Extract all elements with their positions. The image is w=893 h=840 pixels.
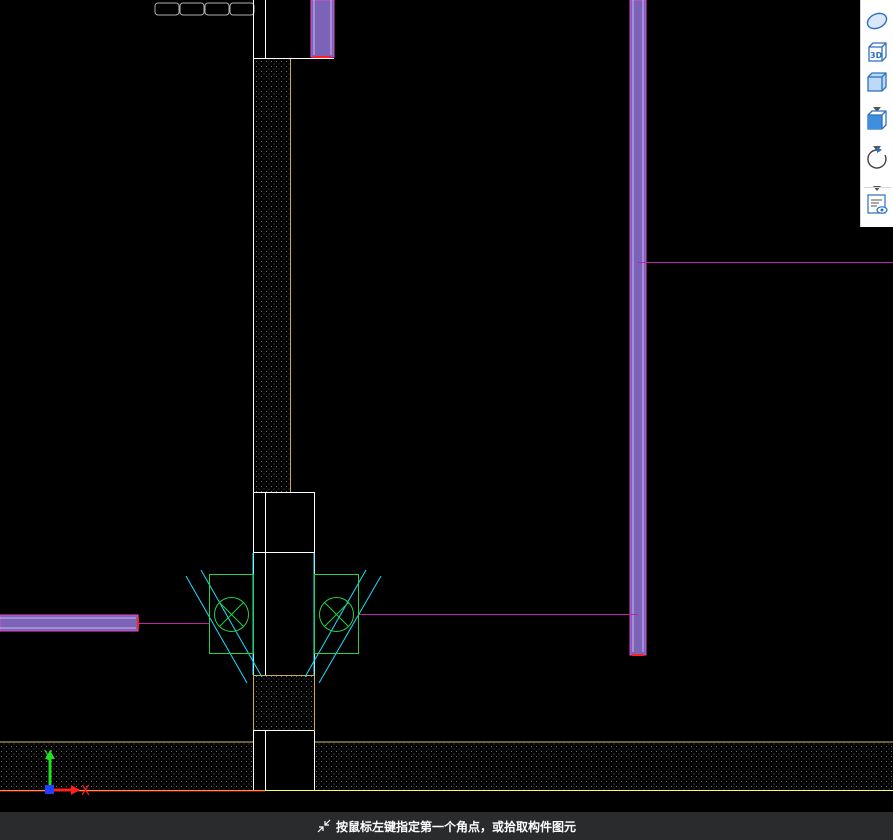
chevron-down-icon[interactable] bbox=[873, 177, 881, 191]
rotate-icon[interactable] bbox=[865, 146, 889, 170]
eye-list-icon[interactable] bbox=[865, 192, 889, 216]
cube-icon[interactable] bbox=[865, 70, 889, 94]
partial-toolbar-buttons[interactable] bbox=[154, 2, 255, 16]
status-prompt-text: 按鼠标左键指定第一个角点，或拾取构件图元 bbox=[336, 819, 577, 834]
x-axis-label: X bbox=[81, 784, 90, 799]
ground-slab[interactable] bbox=[0, 741, 893, 792]
orbit-icon[interactable] bbox=[865, 9, 889, 33]
beam-left[interactable] bbox=[0, 614, 139, 632]
view-toolbar: 3D bbox=[860, 0, 893, 227]
column-right[interactable] bbox=[629, 0, 647, 656]
chevron-down-icon[interactable] bbox=[873, 98, 881, 112]
pick-point-icon bbox=[317, 819, 331, 833]
beam-top[interactable] bbox=[310, 0, 335, 58]
3d-label: 3D bbox=[870, 51, 883, 60]
pipe-left[interactable] bbox=[209, 574, 254, 654]
y-axis-label: Y bbox=[43, 749, 52, 764]
3d-cube-icon[interactable]: 3D bbox=[865, 40, 889, 64]
status-bar: 按鼠标左键指定第一个角点，或拾取构件图元 bbox=[0, 812, 893, 840]
vertical-wall[interactable] bbox=[253, 0, 334, 790]
pipe-right[interactable] bbox=[314, 574, 359, 654]
toolbar-divider bbox=[864, 187, 891, 188]
chevron-down-icon[interactable] bbox=[873, 137, 881, 151]
drawing-canvas[interactable]: Y X bbox=[0, 0, 893, 812]
dimension-lines bbox=[138, 262, 893, 624]
cube-face-icon[interactable] bbox=[865, 108, 889, 132]
